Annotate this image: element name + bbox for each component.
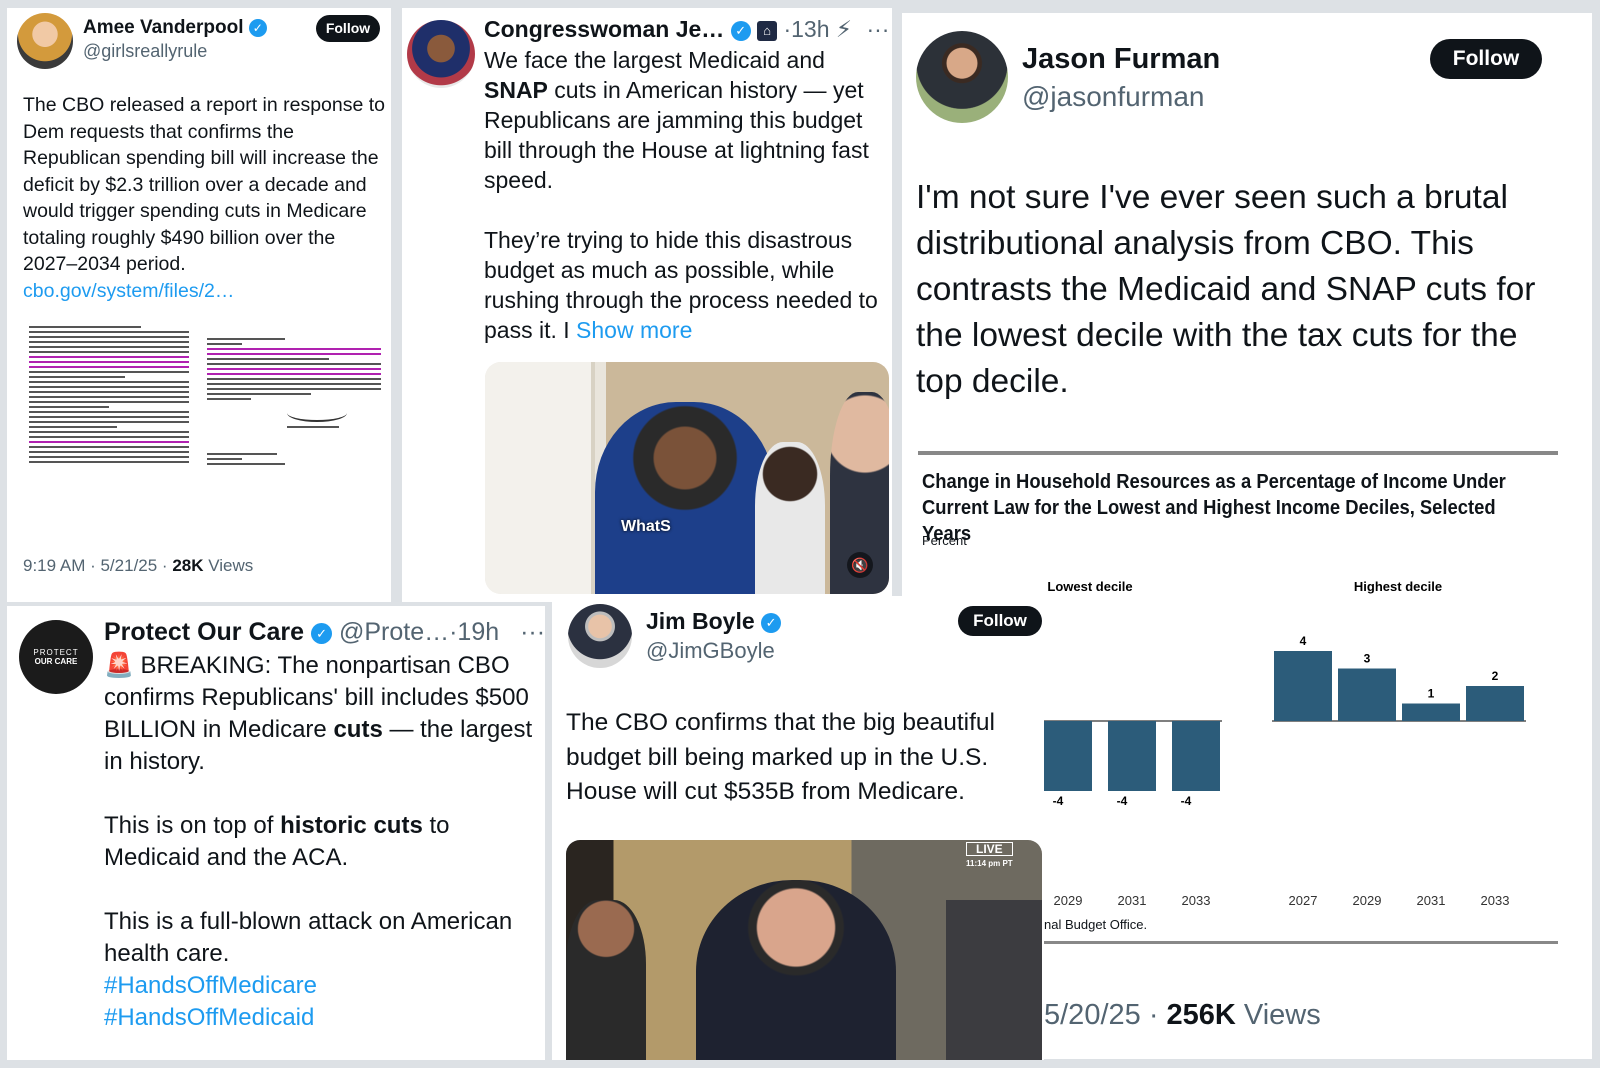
logo-text-2: OUR CARE [34, 657, 78, 666]
handle[interactable]: @JimGBoyle [646, 638, 775, 664]
avatar[interactable] [916, 31, 1008, 123]
live-badge: LIVE 11:14 pm PT [966, 842, 1013, 868]
display-name[interactable]: Amee Vanderpool ✓ [83, 17, 267, 39]
tweet-timestamp[interactable]: 9:19 AM · 5/21/25 · 28K Views [23, 556, 253, 576]
verified-badge-icon: ✓ [311, 622, 333, 644]
tick-label: 2029 [1054, 893, 1083, 908]
data-label: 1 [1428, 687, 1435, 701]
display-name[interactable]: Jim Boyle ✓ [646, 608, 782, 635]
display-name[interactable]: Protect Our Care ✓ @Prote…·19h ··· [104, 618, 545, 647]
panel-title: Lowest decile [1047, 579, 1132, 594]
verified-badge-icon: ✓ [248, 18, 267, 37]
video-player[interactable]: LIVE 11:14 pm PT [566, 840, 1042, 1060]
attached-document-image[interactable] [29, 326, 381, 536]
avatar[interactable] [17, 13, 73, 69]
video-player[interactable]: WhatS 🔇 [485, 362, 889, 594]
tick-label: 2031 [1118, 893, 1147, 908]
follow-button[interactable]: Follow [316, 15, 380, 42]
handle[interactable]: @Prote… [339, 618, 449, 646]
tweet-text: We face the largest Medicaid and SNAP cu… [484, 47, 878, 343]
follow-button[interactable]: Follow [1430, 39, 1542, 79]
data-label: 2 [1492, 669, 1499, 683]
handle[interactable]: @jasonfurman [1022, 81, 1205, 113]
more-options-icon[interactable]: ··· [520, 618, 545, 646]
capitol-icon: ⌂ [757, 20, 778, 41]
tweet-text: I'm not sure I've ever seen such a bruta… [916, 179, 1536, 400]
chart-source: nal Budget Office. [1044, 917, 1148, 932]
logo-text: PROTECT [33, 648, 79, 657]
hashtag-link[interactable]: #HandsOffMedicare [104, 972, 317, 999]
hashtag-link[interactable]: #HandsOffMedicaid [104, 1004, 314, 1031]
speaker-figure [595, 402, 775, 594]
grok-icon[interactable]: ⚡ [836, 16, 852, 42]
display-name[interactable]: Congresswoman Je… ✓ ⌂ ·13h ⚡ ··· [484, 16, 889, 43]
tweet-text: The CBO confirms that the big beautiful … [566, 709, 995, 805]
bar [1466, 686, 1524, 721]
tweet-text: 🚨 BREAKING: The nonpartisan CBO confirms… [104, 652, 533, 1031]
data-label: -4 [1053, 794, 1064, 808]
post-time[interactable]: ·13h [783, 16, 829, 42]
tweet-protect-our-care[interactable]: PROTECT OUR CARE Protect Our Care ✓ @Pro… [7, 606, 545, 1060]
avatar[interactable] [568, 604, 632, 668]
data-label: 4 [1300, 634, 1307, 648]
tweet-jim-boyle[interactable]: Jim Boyle ✓ @JimGBoyle Follow The CBO co… [552, 596, 1044, 1060]
post-time[interactable]: ·19h [449, 618, 499, 646]
verified-badge-icon: ✓ [730, 20, 751, 41]
video-caption: WhatS [621, 518, 671, 535]
mute-icon[interactable]: 🔇 [847, 552, 873, 578]
bar [1274, 651, 1332, 721]
tweet-link[interactable]: cbo.gov/system/files/2… [23, 280, 234, 302]
bar [1172, 721, 1220, 791]
handle[interactable]: @girlsreallyrule [83, 41, 207, 62]
tick-label: 2033 [1481, 893, 1510, 908]
verified-badge-icon: ✓ [761, 612, 782, 633]
data-label: -4 [1117, 794, 1128, 808]
bar [1108, 721, 1156, 791]
panel-title: Highest decile [1354, 579, 1442, 594]
bar [1338, 668, 1396, 721]
bar [1044, 721, 1092, 791]
data-label: 3 [1364, 652, 1371, 666]
tick-label: 2033 [1182, 893, 1211, 908]
show-more-link[interactable]: Show more [576, 317, 692, 343]
avatar[interactable] [407, 20, 475, 88]
follow-button[interactable]: Follow [958, 606, 1042, 636]
tweet-amee-vanderpool[interactable]: Amee Vanderpool ✓ @girlsreallyrule Follo… [7, 8, 391, 602]
tweet-text: The CBO released a report in response to… [23, 94, 386, 302]
more-options-icon[interactable]: ··· [866, 16, 889, 42]
bar [1402, 703, 1460, 721]
display-name[interactable]: Jason Furman [1022, 43, 1220, 76]
tweet-timestamp[interactable]: 5/20/25 · 256K Views [1044, 999, 1321, 1032]
tick-label: 2027 [1289, 893, 1318, 908]
data-label: -4 [1181, 794, 1192, 808]
tick-label: 2029 [1353, 893, 1382, 908]
tick-label: 2031 [1417, 893, 1446, 908]
avatar[interactable]: PROTECT OUR CARE [19, 620, 93, 694]
tweet-congresswoman[interactable]: Congresswoman Je… ✓ ⌂ ·13h ⚡ ··· We face… [402, 8, 892, 602]
